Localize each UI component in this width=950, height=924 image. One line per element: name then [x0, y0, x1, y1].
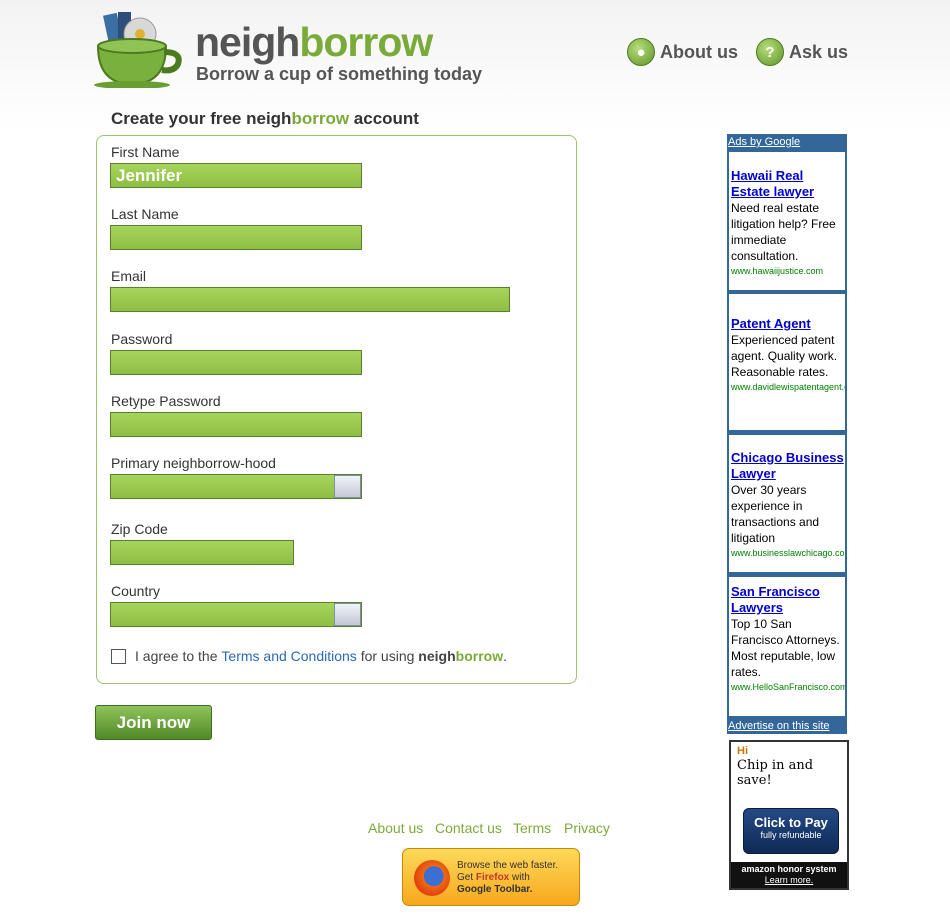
nav-about-label: About us	[660, 41, 738, 62]
ff-line-2c: with	[509, 872, 530, 883]
amazon-chip-text: Chip in and save!	[737, 758, 814, 788]
hood-select[interactable]	[110, 474, 362, 499]
password-input[interactable]	[110, 350, 362, 375]
nav-ask-label: Ask us	[789, 41, 849, 62]
amazon-hi: Hi	[737, 745, 748, 757]
agree-brand-neigh: neigh	[418, 648, 456, 664]
form-title-pre: Create your free neigh	[111, 109, 292, 128]
terms-agreement: I agree to the Terms and Conditions for …	[111, 648, 507, 664]
ad-description: Need real estate litigation help? Free i…	[731, 201, 836, 263]
terms-link[interactable]: Terms and Conditions	[221, 648, 356, 664]
amazon-honor-box: Hi Chip in and save! Click to Pay fully …	[729, 740, 849, 890]
ff-line-3: Google Toolbar.	[457, 884, 533, 895]
amazon-bar-title: amazon honor system	[741, 864, 837, 874]
ad-url[interactable]: www.hawaiijustice.com	[731, 264, 845, 278]
pay-sub-label: fully refundable	[760, 830, 822, 840]
email-input[interactable]	[110, 287, 510, 312]
ad-description: Over 30 years experience in transactions…	[731, 483, 820, 545]
logo-cup-icon	[94, 12, 182, 88]
agree-brand-borrow: borrow	[455, 648, 504, 664]
ad-description: Top 10 San Francisco Attorneys. Most rep…	[731, 617, 840, 679]
zip-label: Zip Code	[111, 521, 168, 537]
firefox-icon	[414, 860, 450, 896]
form-title-brand: borrow	[291, 109, 350, 128]
ff-line-2a: Get	[457, 872, 476, 883]
email-label: Email	[111, 268, 147, 284]
country-select[interactable]	[110, 602, 362, 627]
logo-wordmark[interactable]: neighborrow	[195, 19, 433, 65]
click-to-pay-button[interactable]: Click to Pay fully refundable	[743, 808, 839, 854]
google-ads-block: Ads by Google Hawaii Real Estate lawyer …	[727, 134, 847, 734]
advertise-link[interactable]: Advertise on this site	[727, 718, 848, 734]
tagline: Borrow a cup of something today	[196, 64, 483, 84]
firefox-banner-text: Browse the web faster. Get Firefox with …	[457, 860, 558, 896]
ads-by-google-link[interactable]: Ads by Google	[727, 134, 848, 151]
first-name-input[interactable]: Jennifer	[110, 163, 362, 188]
logo-word-borrow: borrow	[299, 19, 433, 65]
terms-checkbox[interactable]	[111, 648, 126, 664]
nav-ask-us[interactable]: ? Ask us	[756, 38, 848, 66]
last-name-input[interactable]	[110, 225, 362, 250]
firefox-toolbar-banner[interactable]: Browse the web faster. Get Firefox with …	[402, 848, 580, 906]
footer-privacy-link[interactable]: Privacy	[564, 820, 610, 836]
ad-url[interactable]: www.davidlewispatentagent.com	[731, 380, 845, 394]
form-title-post: account	[349, 109, 419, 128]
country-dropdown-button[interactable]	[334, 603, 361, 626]
agree-text-pre: I agree to the	[135, 648, 222, 664]
country-label: Country	[111, 583, 161, 599]
ad-url[interactable]: www.HelloSanFrancisco.com	[731, 680, 845, 694]
ad-url[interactable]: www.businesslawchicago.com	[731, 546, 845, 560]
first-name-value: Jennifer	[116, 165, 183, 185]
amazon-learn-more-link[interactable]: Learn more.	[731, 875, 847, 886]
agree-text-mid: for using	[356, 648, 419, 664]
ad-item[interactable]: Chicago Business Lawyer Over 30 years ex…	[729, 435, 845, 572]
question-icon: ?	[756, 38, 784, 66]
footer-about-link[interactable]: About us	[368, 820, 423, 836]
ad-item[interactable]: Hawaii Real Estate lawyer Need real esta…	[729, 152, 845, 290]
amazon-honor-bar: amazon honor system Learn more.	[731, 862, 847, 888]
join-now-button[interactable]: Join now	[95, 705, 212, 740]
first-name-label: First Name	[111, 144, 180, 160]
agree-text-end: .	[503, 648, 507, 664]
ad-title[interactable]: Hawaii Real Estate lawyer	[731, 168, 845, 200]
ff-line-1: Browse the web faster.	[457, 860, 559, 871]
nav-about-us[interactable]: ● About us	[627, 38, 738, 66]
ad-description: Experienced patent agent. Quality work. …	[731, 333, 838, 379]
form-title: Create your free neighborrow account	[111, 109, 419, 129]
ad-title[interactable]: San Francisco Lawyers	[731, 584, 845, 616]
zip-input[interactable]	[110, 540, 294, 565]
ad-item[interactable]: Patent Agent Experienced patent agent. Q…	[729, 294, 845, 430]
hood-label: Primary neighborrow-hood	[111, 455, 276, 471]
pay-main-label: Click to Pay	[754, 815, 828, 830]
footer-terms-link[interactable]: Terms	[513, 820, 551, 836]
password-label: Password	[111, 331, 173, 347]
ad-item[interactable]: San Francisco Lawyers Top 10 San Francis…	[729, 577, 845, 716]
footer-contact-link[interactable]: Contact us	[435, 820, 502, 836]
person-icon: ●	[627, 38, 655, 66]
retype-password-input[interactable]	[110, 412, 362, 437]
ad-title[interactable]: Patent Agent	[731, 316, 845, 332]
hood-dropdown-button[interactable]	[334, 475, 361, 498]
logo-word-neigh: neigh	[195, 19, 300, 65]
ff-line-2b: Firefox	[475, 872, 510, 883]
last-name-label: Last Name	[111, 206, 179, 222]
retype-password-label: Retype Password	[111, 393, 221, 409]
ad-title[interactable]: Chicago Business Lawyer	[731, 450, 845, 482]
